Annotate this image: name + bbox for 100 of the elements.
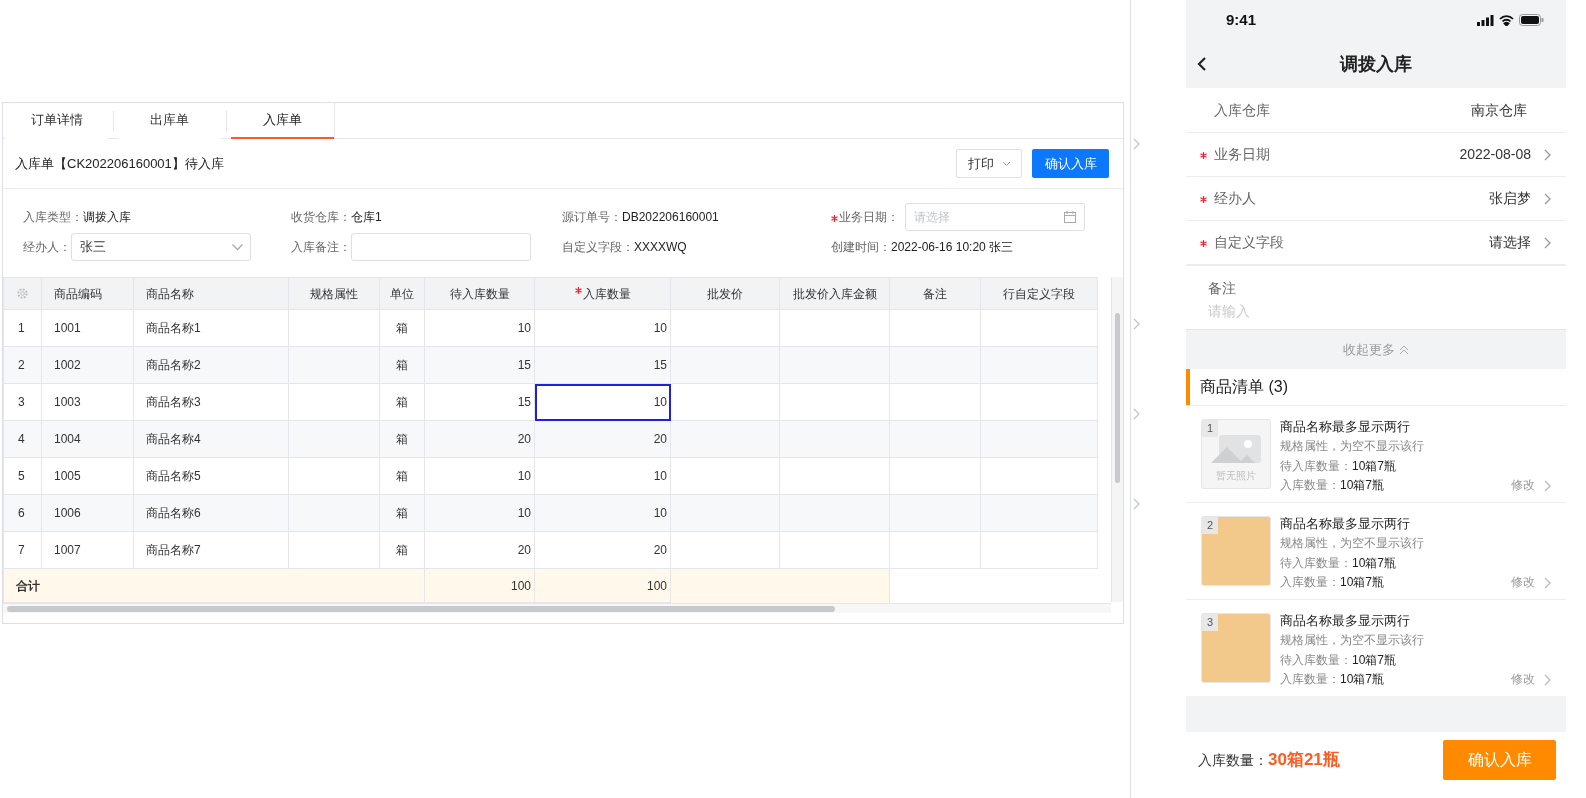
product-spec: 规格属性，为空不显示该行 bbox=[1280, 438, 1425, 455]
table-cell: 1007 bbox=[41, 531, 134, 569]
quantity-value: 10箱7瓶 bbox=[1340, 671, 1385, 688]
total-quantity-value: 30箱21瓶 bbox=[1268, 749, 1340, 772]
table-cell: 15 bbox=[424, 346, 535, 384]
double-chevron-up-icon bbox=[1399, 344, 1409, 355]
table-cell: 1005 bbox=[41, 457, 134, 495]
total-quantity-label: 入库数量： bbox=[1198, 751, 1268, 771]
column-header: 备注 bbox=[889, 277, 981, 310]
table-cell: 商品名称5 bbox=[133, 457, 289, 495]
signal-icon bbox=[1477, 14, 1494, 26]
confirm-button[interactable]: 确认入库 bbox=[1032, 149, 1109, 178]
field-value: 南京仓库 bbox=[1471, 100, 1527, 120]
pending-label: 待入库数量： bbox=[1280, 554, 1352, 572]
table-cell: 10 bbox=[534, 457, 671, 495]
column-header: 批发价入库金额 bbox=[779, 277, 890, 310]
chevron-right-icon bbox=[1132, 408, 1141, 420]
table-cell: 15 bbox=[424, 383, 535, 421]
field-value[interactable]: 张启梦 bbox=[1489, 188, 1531, 209]
calendar-icon bbox=[1064, 211, 1076, 223]
table-cell: 6 bbox=[3, 494, 42, 532]
field-label: 自定义字段 bbox=[1214, 233, 1284, 252]
table-cell: 商品名称3 bbox=[133, 383, 289, 421]
field-label: 业务日期： bbox=[839, 209, 899, 226]
table-cell: 4 bbox=[3, 420, 42, 458]
table-cell: 10 bbox=[424, 309, 535, 347]
table-cell: 10 bbox=[534, 383, 671, 421]
table-cell: 箱 bbox=[379, 383, 425, 421]
field-label: 业务日期 bbox=[1214, 145, 1270, 164]
chevron-right-icon bbox=[1543, 479, 1552, 492]
table-cell: 10 bbox=[424, 457, 535, 495]
table-cell: 箱 bbox=[379, 309, 425, 347]
table-cell: 箱 bbox=[379, 346, 425, 384]
table-cell: 20 bbox=[534, 420, 671, 458]
field-label: 创建时间： bbox=[831, 239, 891, 256]
table-cell: 20 bbox=[534, 531, 671, 569]
handler-select[interactable]: 张三 bbox=[71, 233, 251, 261]
remark-input[interactable] bbox=[351, 233, 531, 261]
field-value: 仓库1 bbox=[351, 209, 382, 226]
table-cell: 1001 bbox=[41, 309, 134, 347]
table-cell: 20 bbox=[424, 420, 535, 458]
pending-value: 10箱7瓶 bbox=[1352, 651, 1397, 669]
horizontal-scrollbar[interactable] bbox=[7, 605, 835, 612]
product-name: 商品名称最多显示两行 bbox=[1280, 418, 1411, 436]
field-label: 自定义字段： bbox=[562, 239, 634, 256]
battery-icon bbox=[1519, 14, 1544, 26]
chevron-down-icon bbox=[1001, 160, 1011, 167]
table-cell: 商品名称1 bbox=[133, 309, 289, 347]
image-icon bbox=[1211, 434, 1261, 464]
table-cell: 箱 bbox=[379, 494, 425, 532]
remark-label: 备注 bbox=[1208, 279, 1237, 298]
column-header: 规格属性 bbox=[288, 277, 380, 310]
table-cell: 商品名称4 bbox=[133, 420, 289, 458]
section-title: 商品清单 (3) bbox=[1200, 377, 1288, 397]
field-label: 源订单号： bbox=[562, 209, 622, 226]
field-value: DB202206160001 bbox=[622, 209, 719, 226]
print-dropdown[interactable]: 打印 bbox=[956, 149, 1022, 178]
back-icon[interactable] bbox=[1197, 56, 1207, 72]
quantity-value: 10箱7瓶 bbox=[1340, 477, 1385, 494]
table-cell: 2 bbox=[3, 346, 42, 384]
settings-icon[interactable] bbox=[16, 287, 29, 300]
chevron-right-icon bbox=[1543, 673, 1552, 686]
field-value[interactable]: 请选择 bbox=[1489, 232, 1531, 253]
product-spec: 规格属性，为空不显示该行 bbox=[1280, 535, 1425, 552]
table-cell: 1 bbox=[3, 309, 42, 347]
table-cell: 15 bbox=[534, 346, 671, 384]
order-title: 入库单【CK202206160001】待入库 bbox=[15, 154, 224, 173]
table-cell: 3 bbox=[3, 383, 42, 421]
table-cell: 1006 bbox=[41, 494, 134, 532]
quantity-value: 10箱7瓶 bbox=[1340, 574, 1385, 591]
quantity-label: 入库数量： bbox=[1280, 477, 1340, 494]
table-cell: 1003 bbox=[41, 383, 134, 421]
chevron-down-icon bbox=[231, 242, 244, 252]
field-label: 经办人 bbox=[1214, 189, 1256, 208]
chevron-right-icon bbox=[1132, 138, 1141, 150]
table-cell: 1004 bbox=[41, 420, 134, 458]
table-cell: 10 bbox=[534, 494, 671, 532]
column-header: 商品编码 bbox=[41, 277, 134, 310]
field-value[interactable]: 2022-08-08 bbox=[1459, 144, 1531, 165]
table-cell: 100 bbox=[534, 568, 671, 603]
chevron-right-icon bbox=[1132, 498, 1141, 510]
table-cell: 7 bbox=[3, 531, 42, 569]
product-name: 商品名称最多显示两行 bbox=[1280, 515, 1411, 533]
table-cell: 5 bbox=[3, 457, 42, 495]
column-header: 批发价 bbox=[670, 277, 780, 310]
index-badge: 3 bbox=[1202, 614, 1218, 631]
vertical-scrollbar[interactable] bbox=[1115, 313, 1120, 483]
column-header: 行自定义字段 bbox=[980, 277, 1098, 310]
table-cell: 20 bbox=[424, 531, 535, 569]
status-time: 9:41 bbox=[1226, 9, 1257, 30]
pending-value: 10箱7瓶 bbox=[1352, 457, 1397, 475]
column-header: 入库数量 bbox=[582, 286, 631, 301]
table-cell: 商品名称6 bbox=[133, 494, 289, 532]
chevron-right-icon bbox=[1543, 576, 1552, 589]
table-cell: 商品名称7 bbox=[133, 531, 289, 569]
field-label: 经办人： bbox=[23, 239, 71, 256]
wifi-icon bbox=[1499, 14, 1514, 26]
field-value: 2022-06-16 10:20 张三 bbox=[891, 239, 1014, 256]
field-label: 收货仓库： bbox=[291, 209, 351, 226]
field-label: 入库类型： bbox=[23, 209, 83, 226]
